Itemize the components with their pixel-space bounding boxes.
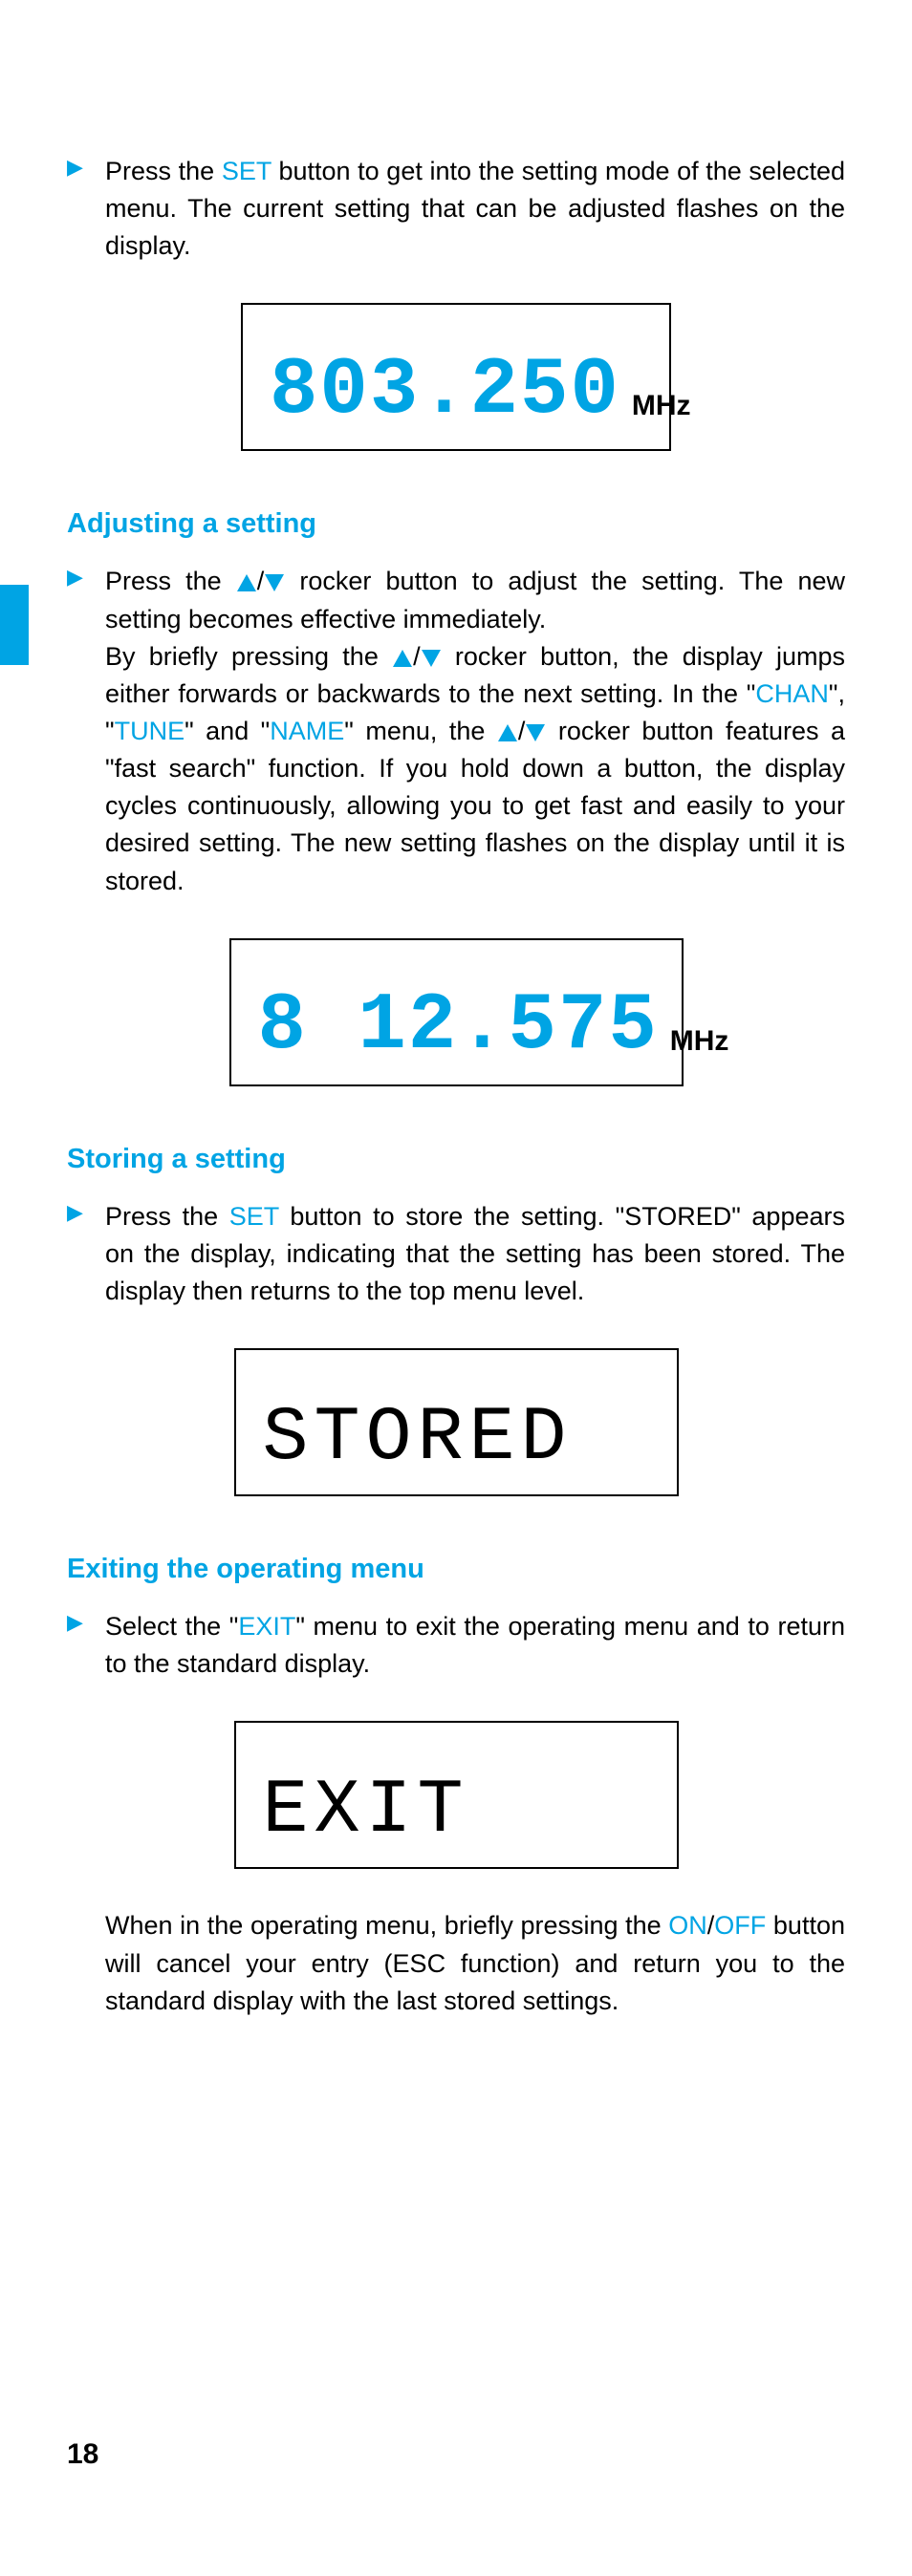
up-icon bbox=[393, 650, 412, 667]
text: Press the bbox=[105, 567, 236, 595]
bullet-icon: ▶ bbox=[67, 153, 105, 265]
para-exit: ▶ Select the "EXIT" menu to exit the ope… bbox=[67, 1608, 845, 1683]
side-tab bbox=[0, 585, 29, 665]
hl-tune: TUNE bbox=[115, 717, 185, 745]
text: Select the " bbox=[105, 1612, 238, 1641]
lcd-digits: 8 12.575 bbox=[258, 987, 659, 1067]
hl-name: NAME bbox=[270, 717, 344, 745]
lcd-display-1: 803.250 MHz bbox=[241, 303, 671, 451]
para-text: Press the SET button to store the settin… bbox=[105, 1198, 845, 1310]
up-icon bbox=[237, 574, 256, 591]
bullet-icon: ▶ bbox=[67, 563, 105, 899]
hl-set: SET bbox=[229, 1202, 279, 1231]
heading-exiting: Exiting the operating menu bbox=[67, 1554, 845, 1585]
text: " menu, the bbox=[344, 717, 497, 745]
lcd-text: STORED bbox=[263, 1401, 573, 1477]
lcd-unit: MHz bbox=[632, 390, 691, 432]
lcd-display-exit: EXIT bbox=[234, 1721, 679, 1869]
lcd-digits: 803.250 bbox=[270, 352, 620, 432]
para-esc: When in the operating menu, briefly pres… bbox=[105, 1907, 845, 2019]
up-icon bbox=[498, 724, 517, 741]
down-icon bbox=[265, 574, 284, 591]
down-icon bbox=[422, 650, 441, 667]
bullet-icon: ▶ bbox=[67, 1608, 105, 1683]
down-icon bbox=[526, 724, 545, 741]
lcd-display-stored: STORED bbox=[234, 1348, 679, 1496]
bullet-icon: ▶ bbox=[67, 1198, 105, 1310]
para-store: ▶ Press the SET button to store the sett… bbox=[67, 1198, 845, 1310]
hl-chan: CHAN bbox=[755, 679, 829, 708]
hl-on: ON bbox=[668, 1911, 707, 1940]
hl-set: SET bbox=[222, 157, 271, 185]
para-set-mode: ▶ Press the SET button to get into the s… bbox=[67, 153, 845, 265]
text: When in the operating menu, briefly pres… bbox=[105, 1911, 668, 1940]
lcd-text: EXIT bbox=[263, 1773, 469, 1850]
page-number: 18 bbox=[67, 2438, 98, 2471]
page-content: ▶ Press the SET button to get into the s… bbox=[0, 0, 912, 2020]
heading-adjusting: Adjusting a setting bbox=[67, 508, 845, 540]
hl-exit: EXIT bbox=[238, 1612, 295, 1641]
heading-storing: Storing a setting bbox=[67, 1144, 845, 1175]
para-adjust: ▶ Press the / rocker button to adjust th… bbox=[67, 563, 845, 899]
lcd-unit: MHz bbox=[670, 1025, 729, 1067]
hl-off: OFF bbox=[714, 1911, 766, 1940]
text: Press the bbox=[105, 157, 222, 185]
para-text: Press the SET button to get into the set… bbox=[105, 153, 845, 265]
text: By briefly pressing the bbox=[105, 642, 392, 671]
para-text: Select the "EXIT" menu to exit the opera… bbox=[105, 1608, 845, 1683]
para-text: Press the / rocker button to adjust the … bbox=[105, 563, 845, 899]
text: Press the bbox=[105, 1202, 229, 1231]
lcd-display-2: 8 12.575 MHz bbox=[229, 938, 684, 1086]
text: " and " bbox=[185, 717, 270, 745]
